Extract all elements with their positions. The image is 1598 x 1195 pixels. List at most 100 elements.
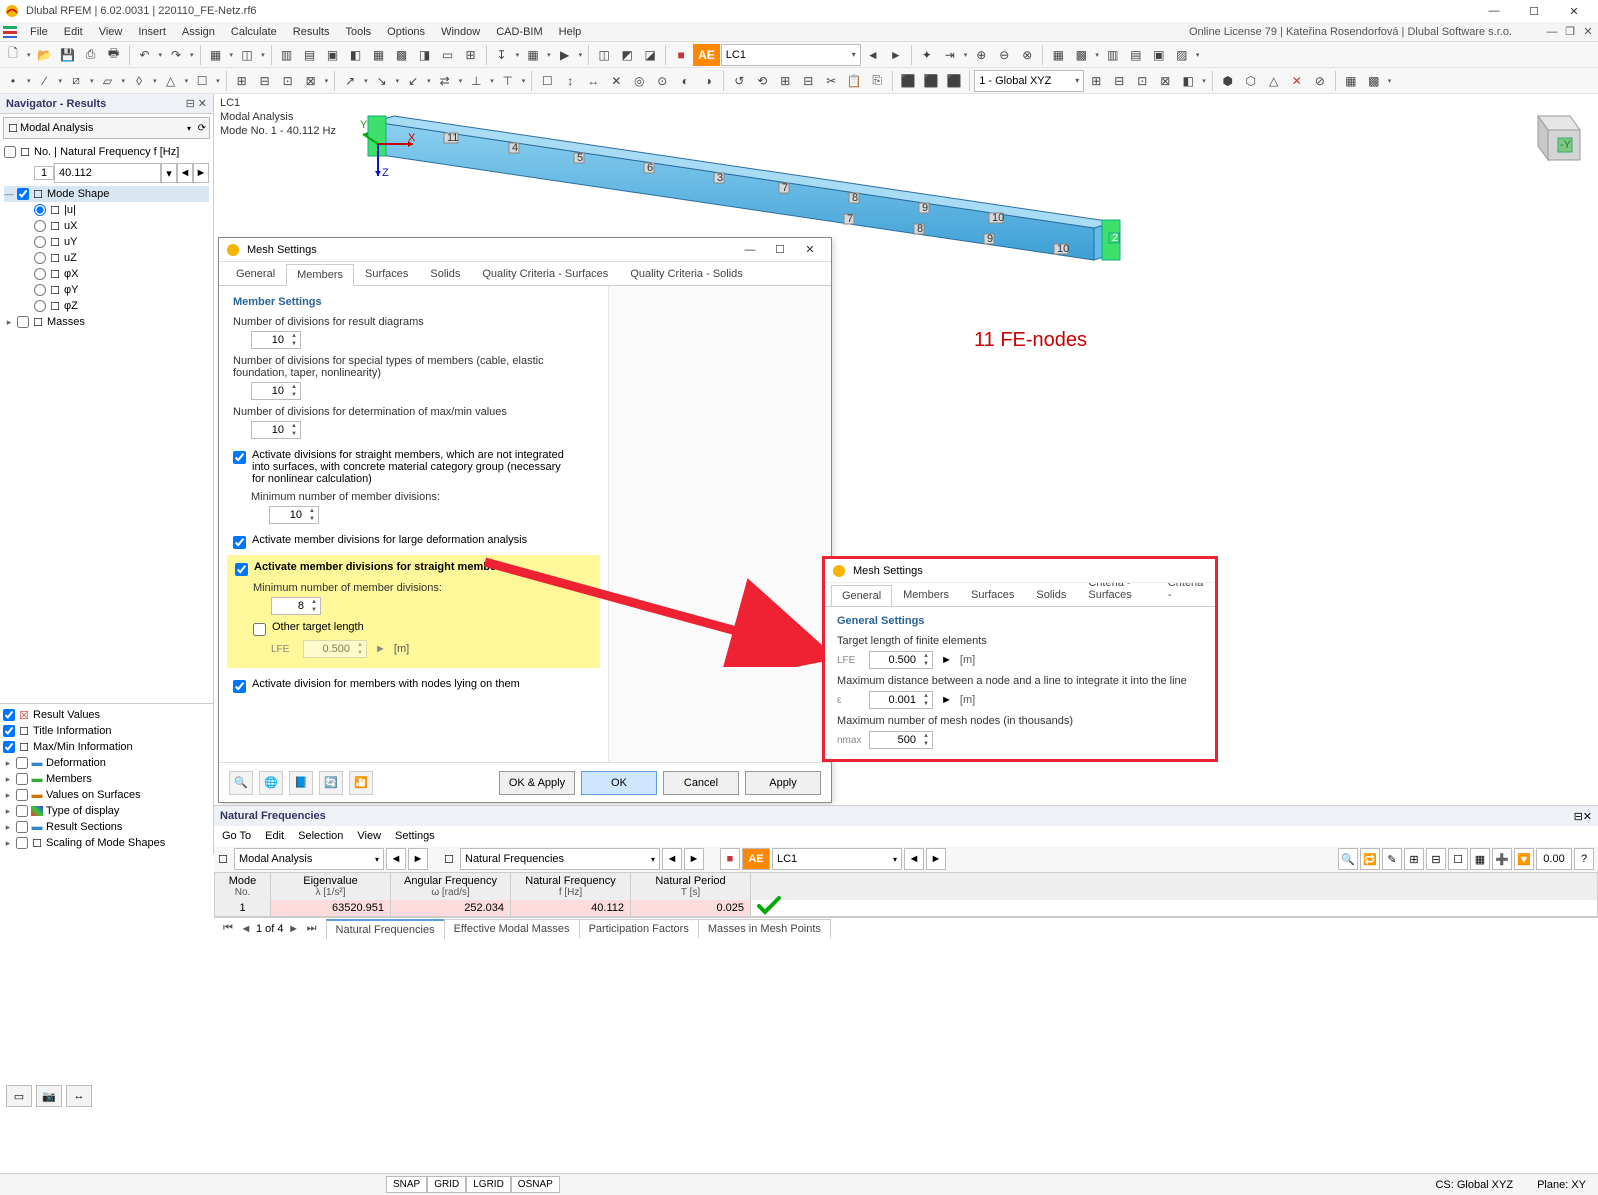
tb2-25[interactable]: ◑ [697,70,719,92]
tab-surfaces[interactable]: Surfaces [354,263,419,285]
nf-combo-lc[interactable]: LC1 [772,848,902,870]
nf-nav-next2[interactable]: ► [684,848,704,870]
spin-target-fe[interactable]: 0.500▲▼ [869,651,933,669]
nf-menu-selection[interactable]: Selection [298,830,343,842]
menu-window[interactable]: Window [433,24,488,40]
nf-tool-3[interactable]: ✎ [1382,848,1402,870]
nf-dropdown-icon[interactable]: ▾ [161,163,177,183]
nf-menu-view[interactable]: View [357,830,381,842]
tb2-14[interactable]: ↙ [402,70,424,92]
tb-btn-e[interactable]: ▣ [322,44,344,66]
tb-btn-m[interactable]: ◩ [616,44,638,66]
opt-phiy[interactable]: ☐φY [34,282,209,298]
menu-results[interactable]: Results [285,24,338,40]
tb2-29[interactable]: ⊟ [797,70,819,92]
tb2-36[interactable]: ⊞ [1085,70,1107,92]
mdi-minimize[interactable]: — [1544,24,1560,40]
tb2-17[interactable]: ⊤ [497,70,519,92]
nf-menu-goto[interactable]: Go To [222,830,251,842]
tab-solids[interactable]: Solids [419,263,471,285]
tb2-21[interactable]: ✕ [605,70,627,92]
tb-lc-next[interactable]: ► [885,44,907,66]
tb-r10[interactable]: ▣ [1148,44,1170,66]
tb2-6[interactable]: △ [160,70,182,92]
nf-tool-2[interactable]: 🔁 [1360,848,1380,870]
tb2-41[interactable]: ⬢ [1217,70,1239,92]
dialog-max-button[interactable]: ☐ [765,243,795,256]
tb-calc-icon[interactable]: ▶ [554,44,576,66]
dialog-min-button[interactable]: — [735,244,765,256]
spin-div-special[interactable]: 10▲▼ [251,382,301,400]
tb2-15[interactable]: ⇄ [434,70,456,92]
tb2-22[interactable]: ◎ [628,70,650,92]
nf-nav-prev3[interactable]: ◄ [904,848,924,870]
status-grid[interactable]: GRID [427,1176,466,1193]
nf-tab-emm[interactable]: Effective Modal Masses [444,919,580,938]
p-tab-members[interactable]: Members [892,584,960,606]
tb2-39[interactable]: ⊠ [1154,70,1176,92]
nf-pg-prev[interactable]: ◄ [238,923,254,935]
chk-nodes-lying[interactable] [233,680,246,693]
tb-loads-icon[interactable]: ↧ [491,44,513,66]
tree-row-nf[interactable]: ☐No. | Natural Frequency f [Hz] [4,144,209,160]
spin-max-dist[interactable]: 0.001▲▼ [869,691,933,709]
tb2-16[interactable]: ⊥ [465,70,487,92]
nb-values-surf[interactable]: ▸▬Values on Surfaces [3,787,210,803]
nf-tool-1[interactable]: 🔍 [1338,848,1358,870]
tb-r4[interactable]: ⊖ [993,44,1015,66]
menu-view[interactable]: View [91,24,131,40]
nb-result-values[interactable]: ☒Result Values [3,707,210,723]
tb-redo-icon[interactable]: ↷ [165,44,187,66]
bottom-btn-3[interactable]: ↔ [66,1085,92,1107]
tb2-34[interactable]: ⬛ [920,70,942,92]
tb2-11[interactable]: ⊠ [300,70,322,92]
nb-deformation[interactable]: ▸▬Deformation [3,755,210,771]
tb-lc-prev[interactable]: ◄ [862,44,884,66]
chk-act-straight-concrete[interactable] [233,451,246,464]
tb-stop-icon[interactable]: ■ [670,44,692,66]
tb-r11[interactable]: ▨ [1171,44,1193,66]
view-cube[interactable]: -Y [1522,106,1586,170]
tb2-33[interactable]: ⬛ [897,70,919,92]
nf-pg-last[interactable]: ⏭ [304,922,320,935]
nf-prev-button[interactable]: ◄ [177,163,193,183]
nf-pin-icon[interactable]: ⊟ [1574,811,1583,823]
tb-mesh-icon[interactable]: ▦ [522,44,544,66]
window-minimize-button[interactable]: — [1474,0,1514,22]
tree-masses[interactable]: ▸☐Masses [4,314,209,330]
nf-close-icon[interactable]: ✕ [1583,811,1592,823]
spin-div-maxmin[interactable]: 10▲▼ [251,421,301,439]
nb-type-display[interactable]: ▸Type of display [3,803,210,819]
tb-btn-b[interactable]: ◫ [236,44,258,66]
bottom-btn-2[interactable]: 📷 [36,1085,62,1107]
tab-general[interactable]: General [225,263,286,285]
chk-other-target[interactable] [253,623,266,636]
tb-btn-n[interactable]: ◪ [639,44,661,66]
tb2-13[interactable]: ↘ [371,70,393,92]
cs-dropdown[interactable]: 1 - Global XYZ [974,70,1084,92]
nf-value[interactable]: 40.112 [54,163,161,183]
btn-ok[interactable]: OK [581,771,657,795]
menu-edit[interactable]: Edit [56,24,91,40]
tb-btn-j[interactable]: ▭ [437,44,459,66]
tb2-44[interactable]: ✕ [1286,70,1308,92]
nf-tab-mmp[interactable]: Masses in Mesh Points [698,919,831,938]
nf-tab-nf[interactable]: Natural Frequencies [326,919,445,939]
menu-assign[interactable]: Assign [174,24,223,40]
tb-btn-i[interactable]: ◨ [414,44,436,66]
tb2-45[interactable]: ⊘ [1309,70,1331,92]
tb2-1[interactable]: • [2,70,24,92]
menu-options[interactable]: Options [379,24,433,40]
navigator-combo[interactable]: ☐Modal Analysis⟳ [3,117,210,139]
tb2-47[interactable]: ▩ [1363,70,1385,92]
nf-tab-pf[interactable]: Participation Factors [579,919,699,938]
status-cs[interactable]: CS: Global XYZ [1429,1179,1519,1191]
nb-result-sections[interactable]: ▸▬Result Sections [3,819,210,835]
tb2-37[interactable]: ⊟ [1108,70,1130,92]
nf-nav-prev1[interactable]: ◄ [386,848,406,870]
opt-phiz[interactable]: ☐φZ [34,298,209,314]
menu-cadbim[interactable]: CAD-BIM [488,24,550,40]
tree-mode-shape[interactable]: —☐Mode Shape [4,186,209,202]
window-maximize-button[interactable]: ☐ [1514,0,1554,22]
nb-maxmin[interactable]: ☐Max/Min Information [3,739,210,755]
